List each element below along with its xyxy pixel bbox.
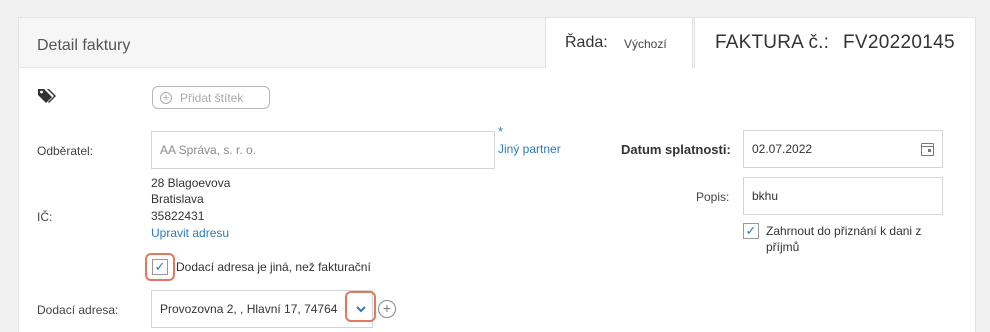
plus-circle-icon: + [160,91,172,104]
due-date-value: 02.07.2022 [752,142,813,156]
delivery-checkbox-label: Dodací adresa je jiná, než fakturační [176,260,371,274]
due-date-label: Datum splatnosti: [621,142,731,157]
add-delivery-address-icon[interactable]: + [378,300,396,318]
invoice-number-box: FAKTURA č.: FV20220145 [694,17,976,68]
delivery-address-label: Dodací adresa: [37,303,119,317]
edit-address-link[interactable]: Upravit adresu [151,226,229,240]
delivery-address-value: Provozovna 2, , Hlavní 17, 74764 [160,302,338,316]
customer-input[interactable]: AA Správa, s. r. o. [151,131,495,169]
address-line-id: 35822431 [151,209,205,223]
tags-icon [37,87,59,105]
required-mark: * [498,124,504,139]
tax-checkbox-label-line1: Zahrnout do přiznání k dani z [766,224,922,238]
delivery-address-select[interactable]: Provozovna 2, , Hlavní 17, 74764 [151,290,373,328]
tax-return-checkbox[interactable]: ✓ [743,223,759,239]
page-title: Detail faktury [37,37,131,54]
calendar-icon[interactable] [921,143,934,156]
add-tag-button[interactable]: + Přidat štítek [152,86,270,109]
invoice-number-label: FAKTURA č.: [715,32,830,53]
address-line-street: 28 Blagoevova [151,176,231,190]
add-tag-label: Přidat štítek [180,90,244,105]
ic-label: IČ: [37,210,53,224]
delivery-address-checkbox[interactable]: ✓ [152,259,168,275]
due-date-input[interactable]: 02.07.2022 [743,130,943,168]
address-line-city: Bratislava [151,192,204,206]
series-value[interactable]: Výchozí [624,37,667,51]
other-partner-link[interactable]: Jiný partner [498,142,561,156]
customer-label: Odběratel: [37,144,94,158]
series-label: Řada: [565,34,608,51]
chevron-down-icon[interactable] [354,301,368,313]
invoice-number: FV20220145 [843,32,955,53]
description-input[interactable]: bkhu [743,177,943,215]
tax-checkbox-label-line2: příjmů [766,240,800,254]
series-box[interactable]: Řada: Výchozí [545,17,693,68]
description-label: Popis: [696,190,730,204]
